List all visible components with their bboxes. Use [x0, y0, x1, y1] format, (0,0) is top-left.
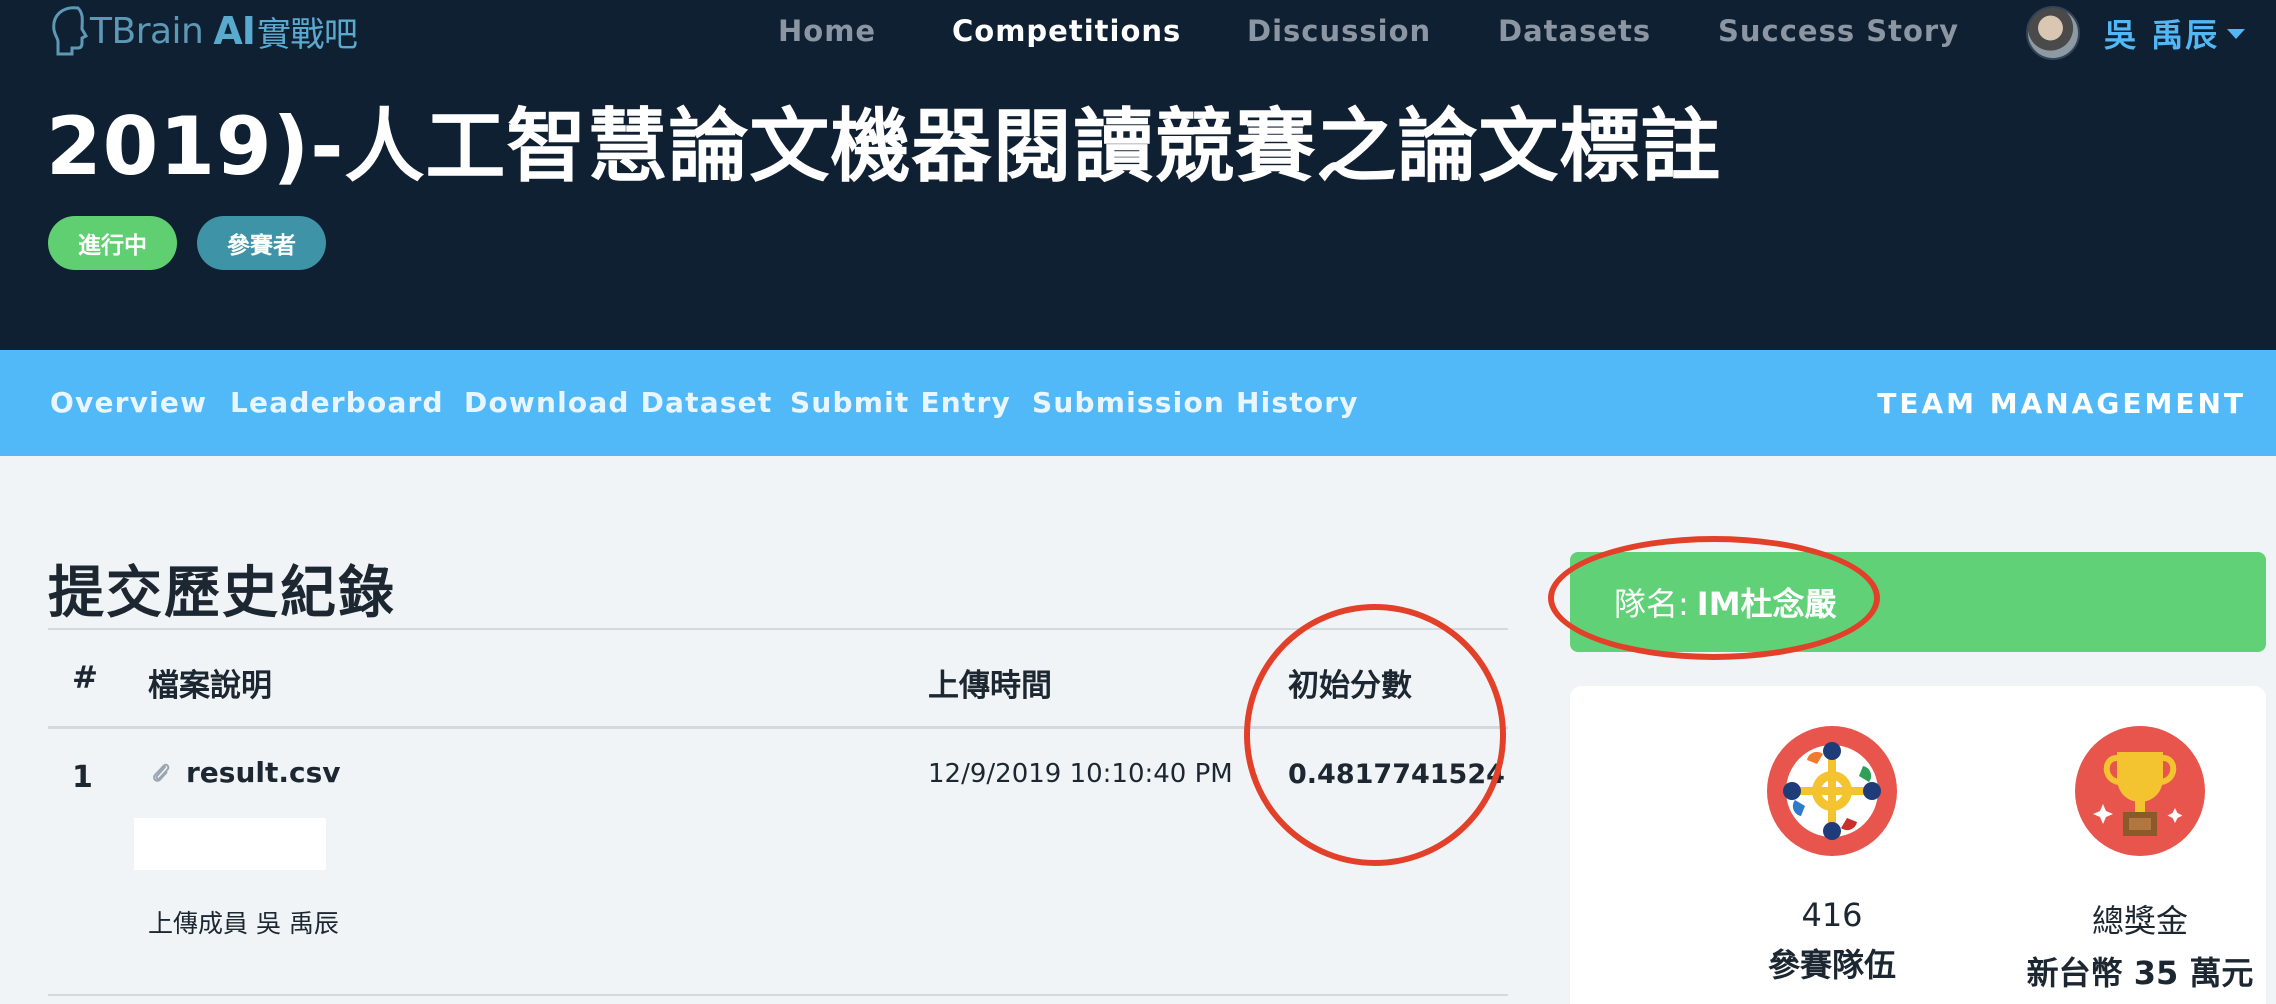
paperclip-icon — [148, 760, 174, 786]
competition-stats-card: 416 參賽隊伍 總獎金 新台幣 35 萬元 — [1570, 686, 2266, 1004]
teams-icon — [1767, 726, 1897, 856]
prize-heading: 總獎金 — [2091, 902, 2188, 940]
prize-amount: 新台幣 35 萬元 — [2026, 954, 2254, 992]
file-name[interactable]: result.csv — [186, 756, 341, 789]
file-link[interactable]: result.csv — [148, 756, 341, 789]
nav-success-story[interactable]: Success Story — [1718, 14, 1959, 48]
col-header-time: 上傳時間 — [928, 668, 1052, 704]
col-header-file: 檔案說明 — [148, 668, 272, 704]
brand-cn: 實戰吧 — [256, 14, 358, 55]
nav-datasets[interactable]: Datasets — [1498, 14, 1651, 48]
table-top-divider — [48, 628, 1508, 630]
col-header-num: # — [72, 660, 98, 696]
uploader: 上傳成員 吳 禹辰 — [148, 909, 339, 938]
competition-title: 2019)-人工智慧論文機器閱讀競賽之論文標註 — [46, 100, 1722, 193]
competition-subnav: Overview Leaderboard Download Dataset Su… — [0, 350, 2276, 456]
stat-prize: 總獎金 新台幣 35 萬元 — [1990, 726, 2276, 994]
brand-logo[interactable]: TBrain AI 實戰吧 — [48, 0, 358, 62]
tab-download-dataset[interactable]: Download Dataset — [464, 386, 772, 419]
page-title: 提交歷史紀錄 — [48, 561, 396, 626]
brand-name: TBrain AI 實戰吧 — [90, 7, 358, 56]
nav-home[interactable]: Home — [778, 14, 876, 48]
header: TBrain AI 實戰吧 Home Competitions Discussi… — [0, 0, 2276, 350]
score-annotation-circle — [1244, 604, 1506, 866]
tab-leaderboard[interactable]: Leaderboard — [230, 386, 444, 419]
brand-ai: AI — [213, 9, 256, 53]
table-bottom-divider — [48, 994, 1508, 996]
redacted-description — [134, 818, 326, 870]
caret-down-icon[interactable] — [2227, 29, 2246, 39]
trophy-icon — [2075, 726, 2205, 856]
user-name[interactable]: 吳 禹辰 — [2104, 10, 2219, 56]
status-badges: 進行中 參賽者 — [48, 216, 326, 270]
upload-time: 12/9/2019 10:10:40 PM — [928, 759, 1233, 789]
tab-submit-entry[interactable]: Submit Entry — [790, 386, 1011, 419]
team-annotation-circle — [1548, 536, 1880, 660]
stat-teams: 416 參賽隊伍 — [1682, 726, 1982, 986]
team-management-button[interactable]: TEAM MANAGEMENT — [1877, 387, 2246, 420]
team-count: 416 — [1801, 896, 1863, 934]
user-menu[interactable]: 吳 禹辰 — [2026, 6, 2246, 60]
avatar[interactable] — [2026, 6, 2080, 60]
brand-tbrain: TBrain — [90, 10, 204, 52]
head-logo-icon — [48, 2, 89, 60]
team-count-label: 參賽隊伍 — [1767, 946, 1896, 984]
nav-competitions[interactable]: Competitions — [952, 14, 1181, 48]
status-badge-participant: 參賽者 — [197, 216, 326, 270]
row-number: 1 — [72, 760, 93, 795]
nav-discussion[interactable]: Discussion — [1247, 14, 1431, 48]
tab-submission-history[interactable]: Submission History — [1032, 386, 1359, 419]
status-badge-ongoing: 進行中 — [48, 216, 177, 270]
tab-overview[interactable]: Overview — [50, 386, 207, 419]
